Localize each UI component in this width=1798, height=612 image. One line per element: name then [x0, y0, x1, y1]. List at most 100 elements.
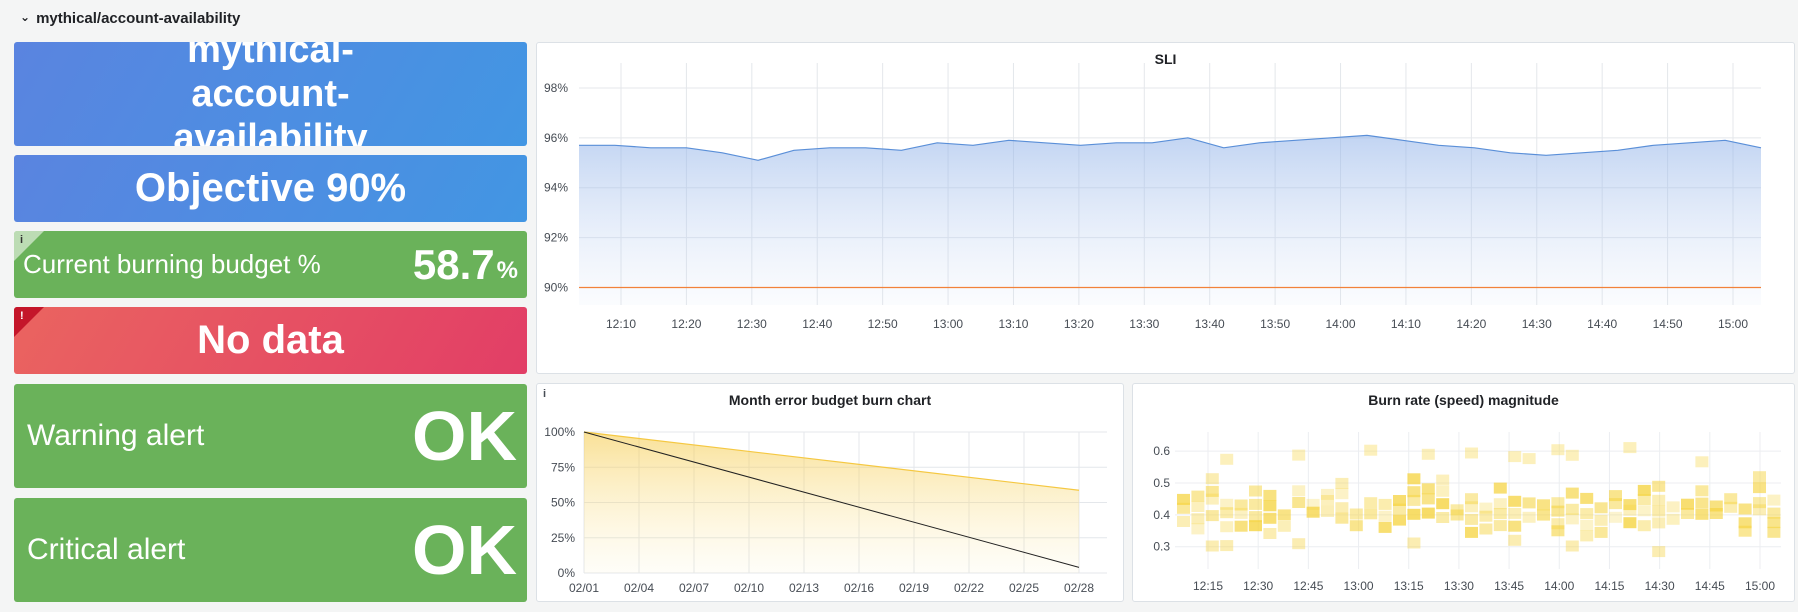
heat-cell: [1623, 499, 1637, 511]
no-data-stat[interactable]: ! No data: [14, 307, 527, 374]
heat-cell: [1191, 513, 1205, 525]
heat-cell: [1263, 528, 1277, 539]
heat-cell: [1263, 489, 1277, 501]
heat-cell: [1594, 502, 1608, 514]
heat-cell: [1637, 520, 1651, 532]
burning-budget-unit: %: [496, 256, 518, 284]
burn-x-tick: 02/13: [789, 581, 819, 595]
burn-chart-panel[interactable]: i Month error budget burn chart 0% 25% 50%…: [536, 383, 1124, 602]
heat-cell: [1493, 508, 1507, 520]
sli-chart[interactable]: 90% 92% 94% 96% 98% 12:10 12:20 12:30 12:40 12:50…: [537, 43, 1796, 375]
heat-cell: [1349, 508, 1363, 520]
row-header-toggle[interactable]: ⌄ mythical/account-availability: [20, 8, 240, 28]
heat-cell: [1709, 500, 1723, 512]
heat-cell: [1249, 498, 1262, 510]
heat-cell: [1335, 502, 1349, 514]
burning-budget-stat[interactable]: i Current burning budget % 58.7 %: [14, 231, 527, 298]
critical-alert-label: Critical alert: [27, 533, 186, 566]
sli-x-tick: 13:50: [1260, 317, 1290, 331]
heat-cell: [1234, 499, 1248, 511]
burn-chart[interactable]: 0% 25% 50% 75% 100% 02/01 02/04 02/07 02/10 02/13…: [537, 384, 1125, 603]
heat-cell: [1767, 517, 1781, 529]
sli-x-tick: 14:50: [1653, 317, 1683, 331]
heat-cell: [1637, 484, 1651, 496]
sli-y-tick: 92%: [544, 231, 568, 245]
warning-alert-stat[interactable]: Warning alert OK: [14, 384, 527, 488]
heat-x-tick: 14:15: [1594, 579, 1624, 593]
heat-cell: [1249, 511, 1262, 523]
heat-x-tick: 13:00: [1344, 579, 1374, 593]
burning-budget-value: 58.7: [412, 240, 495, 288]
burn-rate-heatmap[interactable]: 0.3 0.4 0.5 0.6 12:15 12:30 12:45 13:00 13:15 13:…: [1133, 384, 1796, 603]
sli-x-tick: 13:40: [1195, 317, 1225, 331]
heat-cell: [1565, 487, 1579, 499]
heat-y-tick: 0.3: [1153, 540, 1170, 554]
heat-cell: [1277, 509, 1291, 521]
heat-cell: [1652, 546, 1666, 558]
sli-panel[interactable]: SLI 90% 92% 94% 96% 98% 12:10 12:20 12:30 12:40 1…: [536, 42, 1795, 374]
row-title: mythical/account-availability: [36, 9, 241, 27]
heat-cell: [1436, 512, 1450, 523]
heat-cell: [1177, 516, 1190, 527]
heat-cell: [1364, 444, 1378, 456]
heat-cell: [1378, 510, 1392, 522]
heat-x-tick: 12:15: [1193, 579, 1223, 593]
sli-x-tick: 12:50: [868, 317, 898, 331]
heat-cell: [1263, 500, 1277, 512]
heat-cell: [1738, 517, 1752, 529]
heat-y-tick: 0.6: [1153, 444, 1170, 458]
critical-alert-stat[interactable]: Critical alert OK: [14, 498, 527, 602]
sli-x-tick: 12:30: [737, 317, 767, 331]
sli-y-tick: 94%: [544, 181, 568, 195]
heat-cell: [1205, 485, 1219, 497]
heat-cell: [1436, 474, 1450, 486]
heat-cell: [1623, 517, 1637, 529]
heat-cell: [1349, 520, 1363, 532]
heat-cell: [1292, 449, 1306, 461]
heat-cell: [1407, 537, 1421, 549]
heat-x-tick: 13:15: [1394, 579, 1424, 593]
heat-cell: [1666, 501, 1680, 513]
heat-cell: [1594, 526, 1608, 538]
heat-cell: [1594, 514, 1608, 526]
slo-name-stat[interactable]: mythical-account-availability: [14, 42, 527, 146]
objective-stat[interactable]: Objective 90%: [14, 155, 527, 222]
heat-cell: [1292, 538, 1306, 550]
warning-alert-label: Warning alert: [27, 419, 205, 452]
heat-cell: [1522, 453, 1536, 465]
heat-cell: [1522, 497, 1536, 509]
error-icon[interactable]: !: [20, 310, 24, 322]
heat-cell: [1421, 493, 1435, 505]
heat-cell: [1753, 471, 1766, 483]
heat-cell: [1191, 523, 1205, 535]
heat-cell: [1580, 492, 1594, 504]
heat-cell: [1637, 505, 1651, 517]
burn-y-tick: 50%: [551, 496, 575, 510]
burn-y-tick: 0%: [558, 566, 576, 580]
burn-y-tick: 100%: [544, 425, 575, 439]
heat-cell: [1321, 505, 1334, 517]
slo-name-text: mythical-account-availability: [173, 42, 368, 146]
heat-x-tick: 14:30: [1645, 579, 1675, 593]
burn-x-tick: 02/28: [1064, 581, 1094, 595]
heat-cell: [1508, 520, 1522, 532]
heat-cell: [1695, 456, 1709, 468]
heat-cell: [1767, 526, 1781, 538]
sli-y-tick: 98%: [544, 81, 568, 95]
sli-x-tick: 14:10: [1391, 317, 1421, 331]
heat-cell: [1220, 453, 1234, 465]
heat-cell: [1508, 495, 1522, 507]
heat-cell: [1393, 514, 1406, 526]
heat-cell: [1177, 493, 1190, 505]
no-data-text: No data: [197, 318, 344, 362]
heat-cell: [1753, 482, 1766, 494]
burn-rate-panel[interactable]: Burn rate (speed) magnitude 0.3 0.4 0.5 0.6…: [1132, 383, 1795, 602]
heat-cell: [1565, 503, 1579, 515]
burn-x-tick: 02/19: [899, 581, 929, 595]
heat-cell: [1393, 495, 1406, 506]
heat-cell: [1652, 480, 1666, 492]
heat-cell: [1609, 511, 1622, 523]
sli-y-tick: 96%: [544, 131, 568, 145]
heat-cell: [1306, 498, 1320, 510]
heat-cell: [1508, 507, 1522, 519]
